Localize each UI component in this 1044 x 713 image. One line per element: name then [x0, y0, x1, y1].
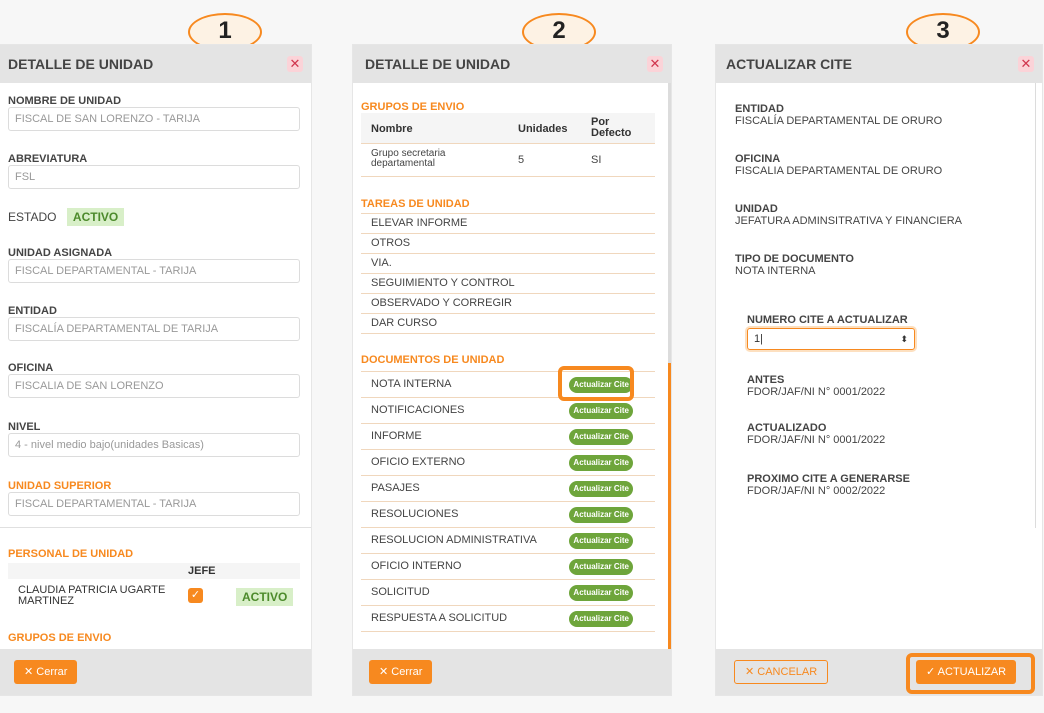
unidad-asignada-input[interactable]: FISCAL DEPARTAMENTAL - TARIJA	[8, 259, 300, 283]
close-icon[interactable]: ✕	[1018, 56, 1034, 72]
highlight-frame	[906, 653, 1035, 694]
field-oficina: OFICINA FISCALIA DE SAN LORENZO	[8, 362, 300, 398]
table-row: RESOLUCIONES Actualizar Cite	[361, 502, 655, 528]
dialog-header: DETALLE DE UNIDAD ✕	[353, 45, 671, 83]
info-tipo-documento: TIPO DE DOCUMENTO NOTA INTERNA	[735, 253, 854, 277]
info-entidad: ENTIDAD FISCALÍA DEPARTAMENTAL DE ORURO	[735, 103, 943, 127]
person-name: CLAUDIA PATRICIA UGARTE MARTINEZ	[18, 584, 166, 607]
entidad-input[interactable]: FISCALÍA DEPARTAMENTAL DE TARIJA	[8, 317, 300, 341]
list-item: DAR CURSO	[361, 314, 655, 334]
list-item: VIA.	[361, 254, 655, 274]
dialog-header: DETALLE DE UNIDAD ✕	[0, 45, 311, 83]
actualizar-cite-button[interactable]: Actualizar Cite	[569, 533, 633, 549]
unit-detail-dialog: DETALLE DE UNIDAD ✕ NOMBRE DE UNIDAD FIS…	[0, 45, 311, 695]
nombre-input[interactable]: FISCAL DE SAN LORENZO - TARIJA	[8, 107, 300, 131]
close-button[interactable]: ✕ Cerrar	[369, 660, 433, 684]
field-unidad-superior: UNIDAD SUPERIOR FISCAL DEPARTAMENTAL - T…	[8, 480, 300, 516]
scrollbar-track[interactable]	[1035, 83, 1036, 528]
tareas-section-title: TAREAS DE UNIDAD	[361, 198, 470, 210]
scrollbar-thumb[interactable]	[668, 363, 671, 649]
dialog-footer: ✕ Cerrar	[353, 649, 671, 695]
grupos-table-header: Nombre Unidades Por Defecto	[361, 113, 655, 144]
scrollbar-track[interactable]	[668, 83, 671, 363]
result-antes: ANTES FDOR/JAF/NI N° 0001/2022	[747, 374, 886, 398]
table-row: NOTIFICACIONES Actualizar Cite	[361, 398, 655, 424]
nivel-input[interactable]: 4 - nivel medio bajo(unidades Basicas)	[8, 433, 300, 457]
close-button[interactable]: ✕ Cerrar	[14, 660, 78, 684]
status-badge: ACTIVO	[66, 208, 125, 226]
close-icon[interactable]: ✕	[647, 56, 663, 72]
field-entidad: ENTIDAD FISCALÍA DEPARTAMENTAL DE TARIJA	[8, 305, 300, 341]
oficina-input[interactable]: FISCALIA DE SAN LORENZO	[8, 374, 300, 398]
dialog-footer: ✕ Cerrar	[0, 649, 311, 695]
table-row: RESOLUCION ADMINISTRATIVA Actualizar Cite	[361, 528, 655, 554]
table-row: PASAJES Actualizar Cite	[361, 476, 655, 502]
unidad-superior-input[interactable]: FISCAL DEPARTAMENTAL - TARIJA	[8, 492, 300, 516]
dialog-title: DETALLE DE UNIDAD	[365, 56, 511, 72]
actualizar-cite-button[interactable]: Actualizar Cite	[569, 403, 633, 419]
table-row: CLAUDIA PATRICIA UGARTE MARTINEZ ✓ ACTIV…	[8, 583, 300, 613]
table-row: INFORME Actualizar Cite	[361, 424, 655, 450]
jefe-checkbox[interactable]: ✓	[188, 588, 203, 603]
table-row: OFICIO INTERNO Actualizar Cite	[361, 554, 655, 580]
actualizar-cite-button[interactable]: Actualizar Cite	[569, 559, 633, 575]
personal-table-header: JEFE	[8, 563, 300, 579]
actualizar-cite-button[interactable]: Actualizar Cite	[569, 481, 633, 497]
result-proximo: PROXIMO CITE A GENERARSE FDOR/JAF/NI N° …	[747, 473, 910, 497]
actualizar-cite-button[interactable]: Actualizar Cite	[569, 611, 633, 627]
unit-detail-dialog-2: DETALLE DE UNIDAD ✕ GRUPOS DE ENVIO Nomb…	[353, 45, 671, 695]
numero-cite-field: NUMERO CITE A ACTUALIZAR 1| ⬍	[747, 314, 915, 350]
field-nivel: NIVEL 4 - nivel medio bajo(unidades Basi…	[8, 421, 300, 457]
abreviatura-input[interactable]: FSL	[8, 165, 300, 189]
field-abreviatura: ABREVIATURA FSL	[8, 153, 300, 189]
dialog-title: DETALLE DE UNIDAD	[8, 56, 154, 72]
table-row: RESPUESTA A SOLICITUD Actualizar Cite	[361, 606, 655, 632]
table-row: OFICIO EXTERNO Actualizar Cite	[361, 450, 655, 476]
highlight-frame	[558, 366, 634, 401]
grupos-section-title: GRUPOS DE ENVIO	[361, 101, 465, 113]
numero-cite-input[interactable]: 1| ⬍	[747, 328, 915, 350]
list-item: SEGUIMIENTO Y CONTROL	[361, 274, 655, 294]
actualizar-cite-button[interactable]: Actualizar Cite	[569, 455, 633, 471]
dialog-footer: ✕ CANCELAR ✓ ACTUALIZAR	[716, 649, 1042, 695]
actualizar-cite-dialog: ACTUALIZAR CITE ✕ ENTIDAD FISCALÍA DEPAR…	[716, 45, 1042, 695]
actualizar-cite-button[interactable]: Actualizar Cite	[569, 585, 633, 601]
field-unidad-asignada: UNIDAD ASIGNADA FISCAL DEPARTAMENTAL - T…	[8, 247, 300, 283]
tareas-list: ELEVAR INFORME OTROS VIA. SEGUIMIENTO Y …	[361, 213, 655, 334]
list-item: OBSERVADO Y CORREGIR	[361, 294, 655, 314]
cancel-button[interactable]: ✕ CANCELAR	[734, 660, 829, 684]
field-estado: ESTADO ACTIVO	[8, 208, 125, 226]
docs-section-title: DOCUMENTOS DE UNIDAD	[361, 354, 505, 366]
info-oficina: OFICINA FISCALIA DEPARTAMENTAL DE ORURO	[735, 153, 943, 177]
close-icon[interactable]: ✕	[287, 56, 303, 72]
list-item: ELEVAR INFORME	[361, 214, 655, 234]
list-item: OTROS	[361, 234, 655, 254]
table-row: SOLICITUD Actualizar Cite	[361, 580, 655, 606]
divider	[0, 527, 311, 528]
dialog-title: ACTUALIZAR CITE	[726, 56, 852, 72]
personal-section-title: PERSONAL DE UNIDAD	[8, 548, 134, 560]
dialog-header: ACTUALIZAR CITE ✕	[716, 45, 1042, 83]
grupos-section-title: GRUPOS DE ENVIO	[8, 632, 112, 644]
actualizar-cite-button[interactable]: Actualizar Cite	[569, 429, 633, 445]
field-nombre: NOMBRE DE UNIDAD FISCAL DE SAN LORENZO -…	[8, 95, 300, 131]
stepper-icon[interactable]: ⬍	[900, 329, 908, 349]
table-row: Grupo secretaria departamental 5 SI	[361, 144, 655, 177]
docs-list: NOTA INTERNA Actualizar Cite NOTIFICACION…	[361, 371, 655, 632]
person-status-badge: ACTIVO	[236, 588, 294, 606]
actualizar-cite-button[interactable]: Actualizar Cite	[569, 507, 633, 523]
result-actualizado: ACTUALIZADO FDOR/JAF/NI N° 0001/2022	[747, 422, 886, 446]
info-unidad: UNIDAD JEFATURA ADMINSITRATIVA Y FINANCI…	[735, 203, 962, 227]
